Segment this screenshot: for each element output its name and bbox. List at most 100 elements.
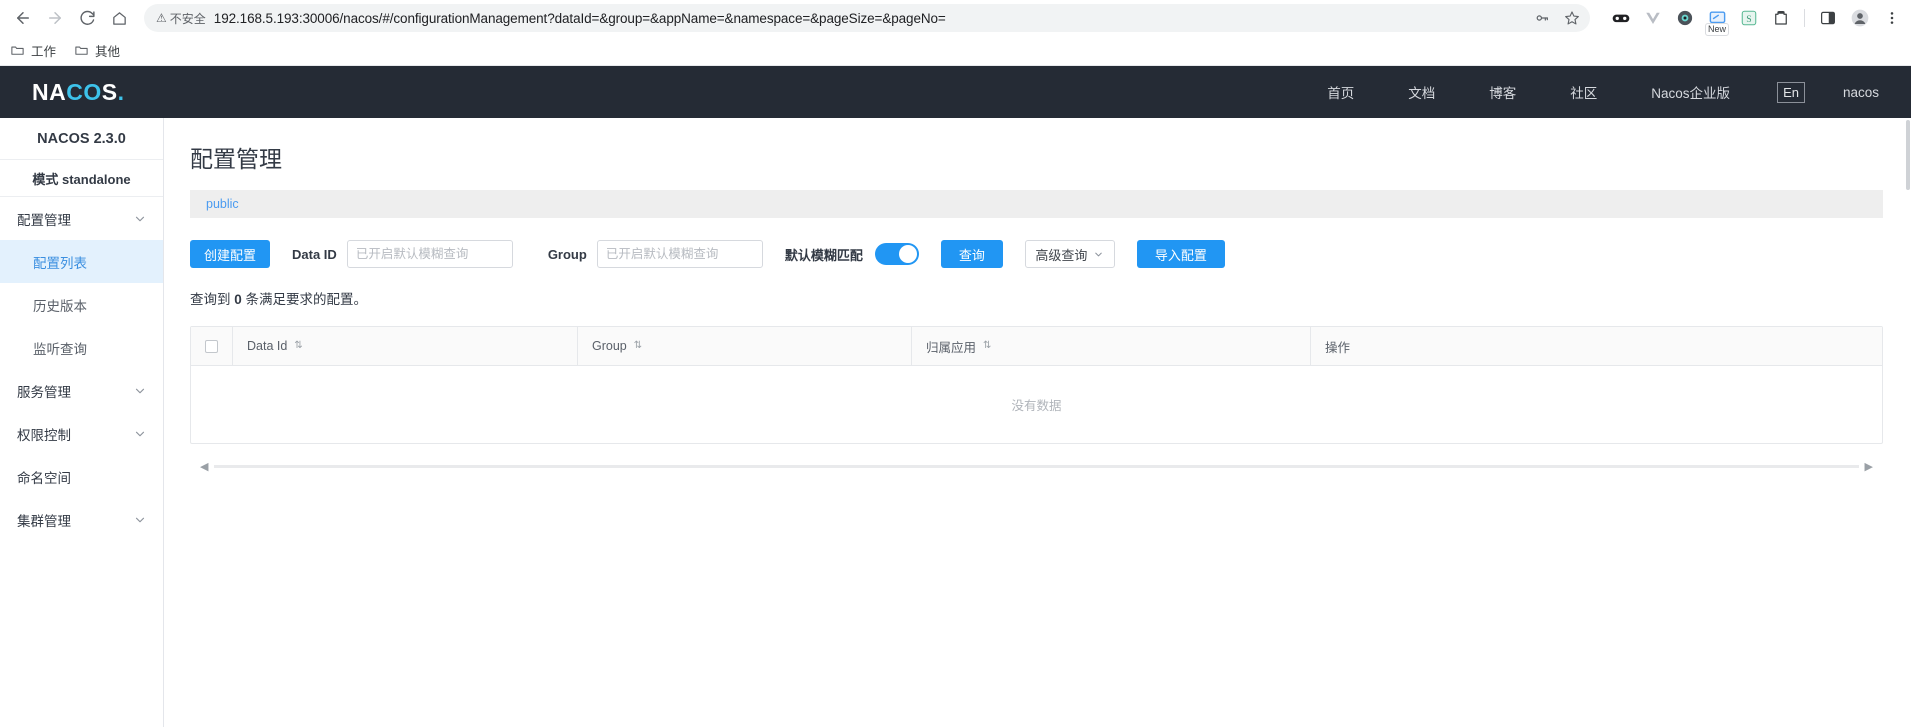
sidebar-group-service-management[interactable]: 服务管理 [0,369,163,412]
toggle-knob [898,245,917,263]
nav-item-community[interactable]: 社区 [1543,82,1624,102]
namespace-tab-public[interactable]: public [206,197,239,211]
sidebar-item-history[interactable]: 历史版本 [0,283,163,326]
svg-text:S: S [1746,14,1751,25]
nacos-logo[interactable]: NA CO S. [32,79,124,106]
namespace-tabbar: public [190,190,1883,218]
fuzzy-match-toggle[interactable] [874,243,919,265]
scroll-left-icon[interactable]: ◀ [200,460,208,473]
address-bar[interactable]: ⚠ 不安全 192.168.5.193:30006/nacos/#/config… [144,4,1590,32]
home-button[interactable] [104,3,134,33]
sidebar-item-namespace[interactable]: 命名空间 [0,455,163,498]
import-config-button[interactable]: 导入配置 [1136,240,1225,268]
nav-item-docs[interactable]: 文档 [1381,82,1462,102]
scroll-track[interactable] [214,465,1859,468]
column-label: 归属应用 [926,340,977,355]
sidebar: NACOS 2.3.0 模式 standalone 配置管理 配置列表 历史版本… [0,118,164,727]
folder-icon [10,43,25,58]
nav-item-home[interactable]: 首页 [1300,82,1381,102]
select-all-checkbox[interactable] [205,339,218,353]
fuzzy-match-label: 默认模糊匹配 [784,247,863,263]
chrome-menu-icon[interactable] [1881,7,1903,29]
result-prefix: 查询到 [190,292,235,307]
main-content: 配置管理 public 创建配置 Data ID Group 默认模糊匹配 查询… [164,118,1911,727]
back-button[interactable] [8,3,38,33]
query-button[interactable]: 查询 [940,240,1003,268]
glasses-extension-icon[interactable] [1610,7,1632,29]
logo-text-na: NA [32,78,67,105]
sort-icon[interactable]: ⇅ [983,341,991,351]
sidebar-group-cluster-management[interactable]: 集群管理 [0,498,163,541]
security-status[interactable]: ⚠ 不安全 [156,10,214,27]
chevron-down-icon [133,212,147,226]
browser-toolbar: ⚠ 不安全 192.168.5.193:30006/nacos/#/config… [0,0,1911,36]
app-body: NACOS 2.3.0 模式 standalone 配置管理 配置列表 历史版本… [0,118,1911,727]
result-summary: 查询到 0 条满足要求的配置。 [190,288,1883,308]
table-header-row: Data Id ⇅ Group ⇅ 归属应用 ⇅ 操作 [191,327,1882,366]
column-header-app[interactable]: 归属应用 ⇅ [912,327,1311,365]
v-extension-icon[interactable] [1642,7,1664,29]
advanced-query-button[interactable]: 高级查询 [1024,240,1115,268]
scroll-right-icon[interactable]: ▶ [1865,460,1873,473]
header-nav: 首页 文档 博客 社区 Nacos企业版 En nacos [1300,81,1883,103]
column-header-group[interactable]: Group ⇅ [578,327,912,365]
column-label: Group [592,339,627,353]
bookmark-folder-work[interactable]: 工作 [10,41,56,60]
reload-button[interactable] [72,3,102,33]
bookmark-folder-other[interactable]: 其他 [74,41,120,60]
folder-icon [74,43,89,58]
sidebar-group-label: 权限控制 [17,427,71,443]
user-menu[interactable]: nacos [1817,85,1883,100]
nav-item-enterprise[interactable]: Nacos企业版 [1624,82,1757,102]
sidebar-item-listener-query[interactable]: 监听查询 [0,326,163,369]
split-view-icon[interactable] [1817,7,1839,29]
sidebar-group-config-management[interactable]: 配置管理 [0,197,163,240]
nav-item-blog[interactable]: 博客 [1462,82,1543,102]
horizontal-scrollbar[interactable]: ◀ ▶ [190,460,1883,473]
bookmark-label: 其他 [95,45,121,59]
sidebar-group-label: 配置管理 [17,212,71,228]
bookmark-label: 工作 [31,45,57,59]
eye-extension-icon[interactable] [1674,7,1696,29]
warning-triangle-icon: ⚠ [156,11,167,25]
column-label: 操作 [1325,340,1351,355]
group-label: Group [547,246,587,262]
new-tab-extension-icon[interactable]: New [1704,7,1730,36]
logo-text-s: S [101,78,118,105]
language-switch-button[interactable]: En [1777,81,1805,103]
column-header-data-id[interactable]: Data Id ⇅ [233,327,578,365]
sort-icon[interactable]: ⇅ [634,341,642,351]
data-id-input[interactable] [346,240,513,268]
table-body: 没有数据 [191,366,1882,443]
sidebar-item-config-list[interactable]: 配置列表 [0,240,163,283]
s-extension-icon[interactable]: S [1738,7,1760,29]
chevron-down-icon [133,427,147,441]
column-header-actions: 操作 [1311,327,1882,365]
chevron-down-icon [133,384,147,398]
column-label: Data Id [247,339,288,353]
sidebar-group-permission-control[interactable]: 权限控制 [0,412,163,455]
empty-state-text: 没有数据 [1011,399,1062,413]
bookmark-star-icon[interactable] [1560,6,1584,30]
create-config-button[interactable]: 创建配置 [190,240,271,268]
config-table: Data Id ⇅ Group ⇅ 归属应用 ⇅ 操作 没有数据 [190,326,1883,444]
clipboard-extension-icon[interactable] [1770,7,1792,29]
password-key-icon[interactable] [1530,6,1554,30]
result-suffix: 条满足要求的配置。 [241,292,368,307]
sidebar-mode: 模式 standalone [0,160,163,197]
sidebar-item-label: 监听查询 [33,341,87,357]
result-count: 0 [234,292,242,307]
chevron-down-icon [1093,249,1104,260]
url-text: 192.168.5.193:30006/nacos/#/configuratio… [213,10,946,26]
advanced-query-label: 高级查询 [1035,247,1088,263]
scrollbar-thumb[interactable] [1906,120,1910,190]
sidebar-item-label: 命名空间 [17,470,71,486]
vertical-scrollbar[interactable] [1905,118,1911,727]
logo-text-co: CO [66,78,102,105]
forward-button[interactable] [40,3,70,33]
profile-avatar-icon[interactable] [1849,7,1871,29]
sort-icon[interactable]: ⇅ [294,341,302,351]
group-input[interactable] [596,240,763,268]
sidebar-group-label: 集群管理 [17,513,71,529]
select-all-header[interactable] [191,327,233,365]
